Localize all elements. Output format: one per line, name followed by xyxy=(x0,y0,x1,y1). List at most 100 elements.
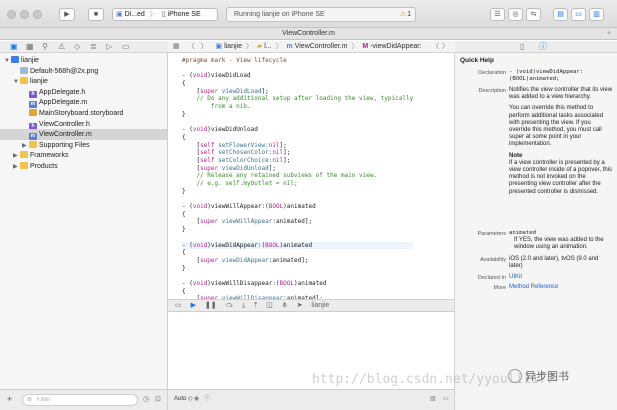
code-token: [ xyxy=(182,156,201,164)
code-line: [super viewDidUnload]; xyxy=(182,165,413,173)
recent-files-icon[interactable]: ◷ xyxy=(143,395,149,403)
minimize-window-button[interactable] xyxy=(20,10,29,19)
jump-project[interactable]: lianjie xyxy=(224,41,242,52)
simulate-location-icon[interactable]: ➤ xyxy=(297,300,303,311)
navigator-row[interactable]: MainStoryboard.storyboard xyxy=(0,108,167,119)
navigator-filter-input[interactable] xyxy=(22,394,138,406)
split-console-icon[interactable]: ▭ xyxy=(443,390,449,409)
note-text: If a view controller is presented by a v… xyxy=(509,159,613,195)
navigator-row[interactable]: ▼ lianjie xyxy=(0,55,167,66)
code-token: )animated xyxy=(294,279,327,287)
hide-debug-area-icon[interactable]: ▭ xyxy=(175,300,182,311)
issue-navigator-icon[interactable]: ⚠ xyxy=(58,42,65,52)
declared-in-label: Declared In xyxy=(477,275,506,281)
pause-icon[interactable]: ❚❚ xyxy=(205,300,217,311)
new-tab-button[interactable]: + xyxy=(607,28,611,40)
navigator-row-label: Frameworks xyxy=(30,152,69,160)
disclosure-closed-icon[interactable]: ▶ xyxy=(13,162,20,173)
declaration-text: - (void)viewDidAppear:(BOOL)animated; xyxy=(509,69,584,83)
jump-group[interactable]: l... xyxy=(264,41,271,52)
previous-issue-button[interactable]: 〈 xyxy=(432,41,439,52)
symbol-navigator-icon[interactable]: ▦ xyxy=(26,42,34,52)
view-hierarchy-icon[interactable]: ◫ xyxy=(266,300,273,311)
chevron-right-icon: 〉 xyxy=(351,43,359,50)
panel-bottom-icon: ▭ xyxy=(575,11,582,18)
navigator-row[interactable]: m ViewController.m xyxy=(0,129,167,141)
related-items-icon[interactable]: ▦ xyxy=(173,41,180,52)
navigator-row[interactable]: ▼ lianjie xyxy=(0,76,167,87)
code-token: void xyxy=(192,279,208,287)
test-navigator-icon[interactable]: ◇ xyxy=(74,42,80,52)
navigator-row[interactable]: ▶ Frameworks xyxy=(0,150,167,161)
trash-icon[interactable]: ▥ xyxy=(430,390,436,409)
navigator-row[interactable]: Default-568h@2x.png xyxy=(0,66,167,77)
navigator-row[interactable]: h ViewController.h xyxy=(0,119,167,130)
file-inspector-icon[interactable]: ▯ xyxy=(520,42,524,52)
search-navigator-icon[interactable]: ⚲ xyxy=(42,42,48,52)
standard-editor-button[interactable]: ☰ xyxy=(490,8,505,21)
source-editor[interactable]: #pragma mark - View lifecycle - (void)vi… xyxy=(168,53,455,310)
navigator-row[interactable]: h AppDelegate.h xyxy=(0,87,167,98)
quick-help-icon[interactable]: ⓘ xyxy=(539,42,547,52)
breakpoints-toggle-icon[interactable]: ▶ xyxy=(191,300,196,311)
code-line: - (void)viewDidUnload xyxy=(182,126,413,134)
code-line: } xyxy=(182,265,413,273)
navigator-row[interactable]: ▶ Products xyxy=(0,161,167,172)
back-button[interactable]: 〈 xyxy=(188,41,195,52)
scm-filter-icon[interactable]: ⊡ xyxy=(155,395,161,403)
add-file-button[interactable]: + xyxy=(7,394,12,405)
navigator-row[interactable]: m AppDelegate.m xyxy=(0,97,167,109)
code-token: [ xyxy=(182,218,201,226)
method-reference-link[interactable]: Method Reference xyxy=(509,284,558,290)
code-token: } xyxy=(182,226,186,234)
info-icon[interactable]: ⓘ xyxy=(204,390,210,409)
toggle-navigator-button[interactable]: ▤ xyxy=(553,8,568,21)
code-token: [ xyxy=(182,149,201,157)
report-navigator-icon[interactable]: ▭ xyxy=(122,42,130,52)
code-line: } xyxy=(182,188,413,196)
eye-icon[interactable]: ◉ xyxy=(194,390,199,409)
code-token: void xyxy=(192,72,208,80)
project-navigator: ▼ lianjie Default-568h@2x.png ▼ lianjie h AppD… xyxy=(0,53,168,389)
code-text[interactable]: #pragma mark - View lifecycle - (void)vi… xyxy=(182,57,414,311)
close-window-button[interactable] xyxy=(7,10,16,19)
toggle-utilities-button[interactable]: ▥ xyxy=(589,8,604,21)
version-editor-button[interactable]: ⇆ xyxy=(526,8,541,21)
code-token: - ( xyxy=(182,126,193,134)
debug-navigator-icon[interactable]: ≣ xyxy=(90,42,97,52)
memory-graph-icon[interactable]: ⋔ xyxy=(282,300,288,311)
play-icon: ▶ xyxy=(64,11,70,18)
forward-button[interactable]: 〉 xyxy=(201,41,208,52)
breakpoint-navigator-icon[interactable]: ▷ xyxy=(106,42,112,52)
uikit-link[interactable]: UIKit xyxy=(509,274,522,280)
code-token: - ( xyxy=(182,241,193,249)
navigator-row-label: lianjie xyxy=(30,78,48,86)
stop-button[interactable]: ■ xyxy=(88,8,104,21)
tab-viewcontroller-m[interactable]: ViewController.m xyxy=(282,30,335,37)
toggle-debug-area-button[interactable]: ▭ xyxy=(571,8,586,21)
scheme-selector[interactable]: ▣ Di...ed 〉 ▯ iPhone SE xyxy=(112,8,218,21)
jump-file[interactable]: ViewController.m xyxy=(295,41,348,52)
code-token: void xyxy=(192,126,208,134)
code-token: [ xyxy=(182,87,201,95)
project-navigator-icon[interactable]: ▣ xyxy=(10,42,18,52)
code-line: - (void)viewWillDisappear:(BOOL)animated xyxy=(182,280,413,288)
parameters-value: animated If YES, the view was added to t… xyxy=(509,230,613,252)
navigator-row[interactable]: ▶ Supporting Files xyxy=(0,140,167,151)
step-over-icon[interactable]: ⤼ xyxy=(226,300,233,311)
jump-method[interactable]: -viewDidAppear: xyxy=(370,41,421,52)
code-token: { xyxy=(182,287,186,295)
next-issue-button[interactable]: 〉 xyxy=(442,41,449,52)
step-in-icon[interactable]: ⤓ xyxy=(242,300,245,311)
toolbar: ▶ ■ ▣ Di...ed 〉 ▯ iPhone SE Running lian… xyxy=(0,0,617,28)
version-icon: ⇆ xyxy=(530,11,537,18)
warning-indicator[interactable]: ⚠1 xyxy=(400,8,411,21)
variables-scope-select[interactable]: Auto ◇ xyxy=(174,396,193,402)
code-token: super xyxy=(200,218,219,226)
run-button[interactable]: ▶ xyxy=(59,8,75,21)
step-out-icon[interactable]: ⤒ xyxy=(254,300,257,311)
zoom-window-button[interactable] xyxy=(33,10,42,19)
assistant-editor-button[interactable]: ◎ xyxy=(508,8,523,21)
